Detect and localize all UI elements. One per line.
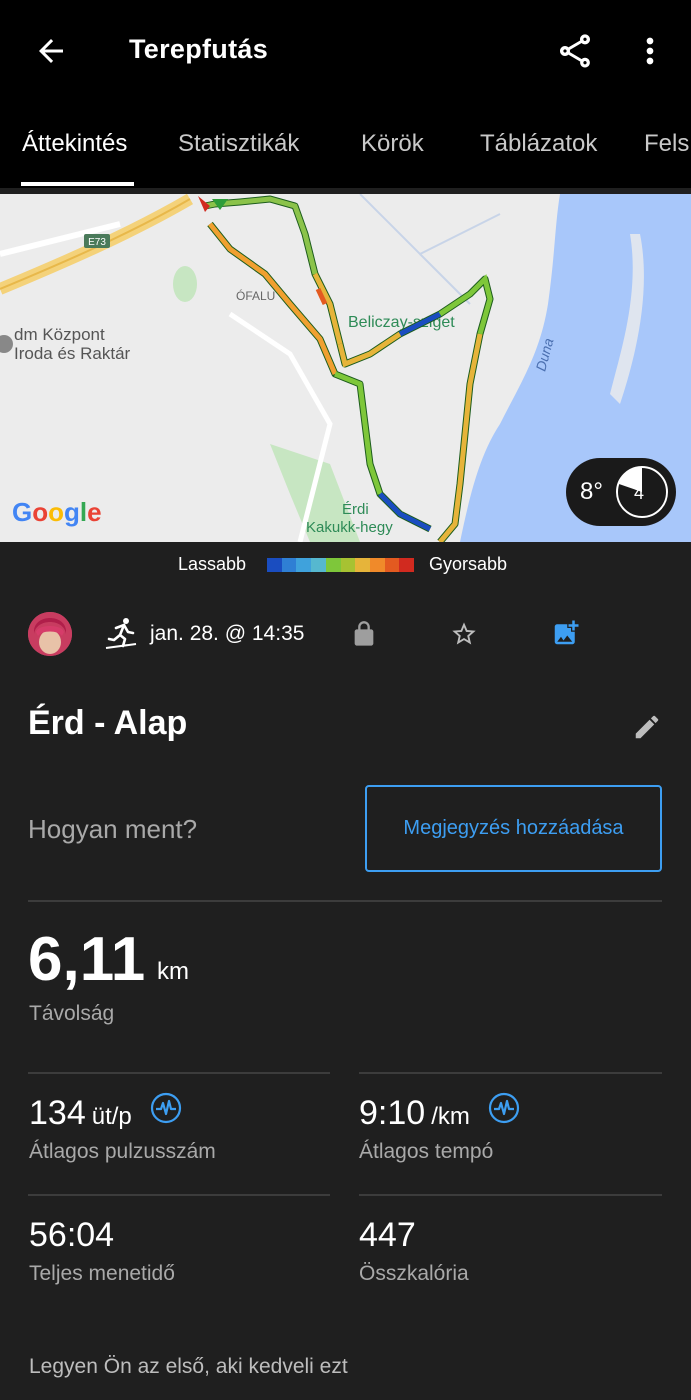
avatar[interactable] — [28, 612, 72, 656]
google-logo: Google — [12, 497, 102, 527]
add-note-button[interactable]: Megjegyzés hozzáadása — [365, 785, 662, 872]
share-button[interactable] — [552, 28, 598, 74]
place-label-hill: Kakukk-hegy — [306, 519, 393, 536]
avatar-image — [28, 612, 72, 656]
pace-color-swatch — [325, 558, 341, 572]
back-button[interactable] — [30, 30, 72, 72]
pace-color-swatch — [281, 558, 297, 572]
pace-color-swatch — [311, 558, 326, 572]
distance-value: 6,11 — [28, 925, 146, 994]
road-label: E73 — [88, 237, 106, 248]
legend-faster-label: Gyorsabb — [429, 554, 508, 574]
star-icon[interactable] — [450, 620, 478, 648]
pace-color-swatch — [267, 558, 282, 572]
divider — [28, 900, 662, 902]
place-label-erdi: Érdi — [342, 501, 369, 518]
temperature: 8° — [580, 478, 603, 505]
pace-color-swatch — [399, 558, 415, 572]
likes-text[interactable]: Legyen Ön az első, aki kedveli ezt — [29, 1355, 348, 1379]
page-title: Terepfutás — [129, 34, 269, 64]
more-options-button[interactable] — [630, 28, 670, 74]
wind-speed: 4 — [634, 483, 645, 503]
top-app-bar: Terepfutás — [0, 0, 691, 100]
pace-color-swatch — [355, 558, 370, 572]
pace-chart-icon[interactable] — [488, 1092, 520, 1124]
pace-color-swatch — [384, 558, 400, 572]
pace-color-swatch — [369, 558, 385, 572]
pace-color-swatch — [296, 558, 312, 572]
pace-legend: Lassabb Gyorsabb — [0, 542, 691, 586]
total-time-label: Teljes menetidő — [29, 1262, 175, 1285]
tab-laps[interactable]: Körök — [361, 130, 424, 158]
avg-pace-stat: 9:10/km — [359, 1094, 470, 1133]
add-photo-icon[interactable] — [551, 618, 581, 648]
pace-color-bar — [267, 558, 415, 572]
distance-label: Távolság — [29, 1002, 115, 1025]
avg-pace-unit: /km — [431, 1103, 470, 1130]
arrow-back-icon — [39, 39, 63, 63]
legend-slower-label: Lassabb — [178, 554, 247, 574]
avg-hr-stat: 134 üt/p — [29, 1094, 132, 1133]
total-time-value: 56:04 — [29, 1216, 115, 1254]
place-label-dm-2: Iroda és Raktár — [14, 344, 131, 363]
edit-icon[interactable] — [632, 712, 662, 742]
more-vert-icon — [646, 37, 654, 65]
active-tab-indicator — [21, 182, 134, 186]
heart-rate-chart-icon[interactable] — [150, 1092, 182, 1124]
share-icon — [560, 34, 590, 68]
avg-hr-label: Átlagos pulzusszám — [29, 1140, 216, 1163]
route-track-outline — [204, 195, 494, 542]
calories-value: 447 — [359, 1216, 416, 1254]
how-did-it-go-prompt: Hogyan ment? — [28, 814, 198, 844]
tab-bar: Áttekintés Statisztikák Körök Táblázatok… — [0, 100, 691, 188]
tab-overview[interactable]: Áttekintés — [22, 130, 127, 158]
activity-date: jan. 28. @ 14:35 — [150, 622, 305, 645]
avg-pace-label: Átlagos tempó — [359, 1140, 494, 1163]
avg-pace-value: 9:10 — [359, 1094, 426, 1132]
divider — [359, 1072, 662, 1074]
divider — [28, 1072, 330, 1074]
tab-statistics[interactable]: Statisztikák — [178, 130, 299, 158]
trail-run-icon — [105, 618, 137, 649]
weather-chip[interactable]: 8° 4 — [566, 458, 676, 526]
divider — [28, 1194, 330, 1196]
avg-hr-unit: üt/p — [91, 1103, 132, 1130]
place-label-ofalu: ÓFALU — [236, 288, 275, 303]
divider — [359, 1194, 662, 1196]
place-label-dm: dm Központ — [14, 325, 105, 344]
activity-name: Érd - Alap — [28, 704, 188, 742]
tab-tables[interactable]: Táblázatok — [480, 130, 597, 158]
calories-label: Összkalória — [359, 1262, 469, 1285]
distance-unit: km — [157, 958, 189, 985]
pace-color-swatch — [340, 558, 356, 572]
tab-more[interactable]: Fels — [644, 130, 689, 158]
avg-hr-value: 134 — [29, 1094, 86, 1132]
lock-icon[interactable] — [350, 620, 378, 648]
